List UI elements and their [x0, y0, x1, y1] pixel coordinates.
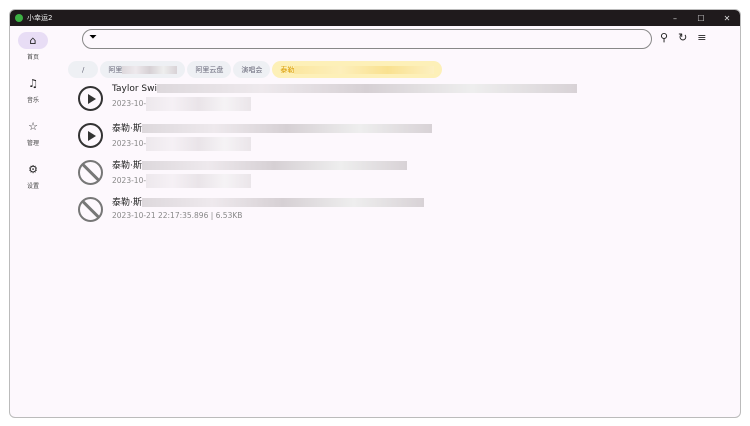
sidebar-item-label: 音乐: [26, 97, 39, 104]
filter-icon: ⏷: [89, 32, 97, 43]
breadcrumb-item[interactable]: /: [68, 61, 99, 78]
redacted: [294, 65, 435, 74]
file-name: Taylor Swi: [112, 84, 157, 94]
refresh-icon[interactable]: ↻: [678, 31, 687, 44]
app-logo-icon: [15, 14, 23, 22]
maximize-button[interactable]: ☐: [688, 14, 714, 23]
redacted: [146, 137, 252, 151]
app-window: 小幸运2 – ☐ ✕ ⌂ 首页 ♫ 音乐 ☆ 管理 ⚙ 设置 ⏷ ⚲ ↻ ≡ / 阿里 …: [9, 9, 741, 418]
sort-icon[interactable]: ≡: [697, 31, 706, 44]
breadcrumb-item[interactable]: 演唱会: [233, 61, 271, 78]
search-icon[interactable]: ⚲: [660, 31, 668, 44]
file-list: Taylor Swi 2023-10- 泰勒·斯 2023-10- 泰勒·斯 2023…: [78, 84, 577, 232]
file-name: 泰勒·斯: [112, 198, 142, 208]
list-item[interactable]: 泰勒·斯 2023-10-: [78, 121, 577, 158]
breadcrumb-label: 泰勒: [280, 65, 295, 74]
sidebar-item-home[interactable]: ⌂ 首页: [10, 32, 56, 69]
sidebar-item-settings[interactable]: ⚙ 设置: [10, 161, 56, 198]
title-bar: 小幸运2 – ☐ ✕: [10, 10, 740, 26]
sidebar-item-music[interactable]: ♫ 音乐: [10, 75, 56, 112]
unavailable-icon: [78, 197, 103, 222]
play-icon[interactable]: [78, 123, 103, 148]
redacted: [122, 65, 178, 74]
file-meta: 2023-10-: [112, 139, 147, 148]
file-meta: 2023-10-21 22:17:35.896 | 6.53KB: [112, 211, 243, 220]
breadcrumb-item[interactable]: 阿里: [100, 61, 186, 78]
list-item[interactable]: 泰勒·斯 2023-10-21 22:17:35.896 | 6.53KB: [78, 195, 577, 232]
redacted: [146, 97, 252, 111]
redacted: [141, 124, 432, 133]
breadcrumb-label: 阿里: [108, 65, 123, 74]
sidebar-item-label: 首页: [26, 54, 39, 61]
search-input[interactable]: ⏷: [82, 29, 652, 49]
star-icon: ☆: [28, 120, 38, 133]
breadcrumb-item-current[interactable]: 泰勒: [272, 61, 443, 78]
redacted: [141, 198, 424, 207]
redacted: [146, 174, 252, 188]
redacted: [157, 84, 577, 93]
sidebar-item-label: 管理: [26, 140, 39, 147]
file-name: 泰勒·斯: [112, 124, 142, 134]
breadcrumb-item[interactable]: 阿里云盘: [187, 61, 232, 78]
minimize-button[interactable]: –: [662, 14, 688, 23]
close-button[interactable]: ✕: [714, 14, 740, 23]
file-meta: 2023-10-: [112, 99, 147, 108]
list-item[interactable]: Taylor Swi 2023-10-: [78, 84, 577, 121]
play-icon[interactable]: [78, 86, 103, 111]
list-item[interactable]: 泰勒·斯 2023-10-: [78, 158, 577, 195]
gear-icon: ⚙: [28, 163, 38, 176]
unavailable-icon: [78, 160, 103, 185]
sidebar-item-label: 设置: [26, 183, 39, 190]
file-name: 泰勒·斯: [112, 161, 142, 171]
app-title: 小幸运2: [27, 14, 53, 22]
home-icon: ⌂: [18, 32, 48, 49]
file-meta: 2023-10-: [112, 176, 147, 185]
sidebar-item-manage[interactable]: ☆ 管理: [10, 118, 56, 155]
sidebar: ⌂ 首页 ♫ 音乐 ☆ 管理 ⚙ 设置: [10, 26, 56, 198]
music-library-icon: ♫: [28, 77, 38, 90]
redacted: [141, 161, 407, 170]
breadcrumb: / 阿里 阿里云盘 演唱会 泰勒: [68, 61, 443, 78]
